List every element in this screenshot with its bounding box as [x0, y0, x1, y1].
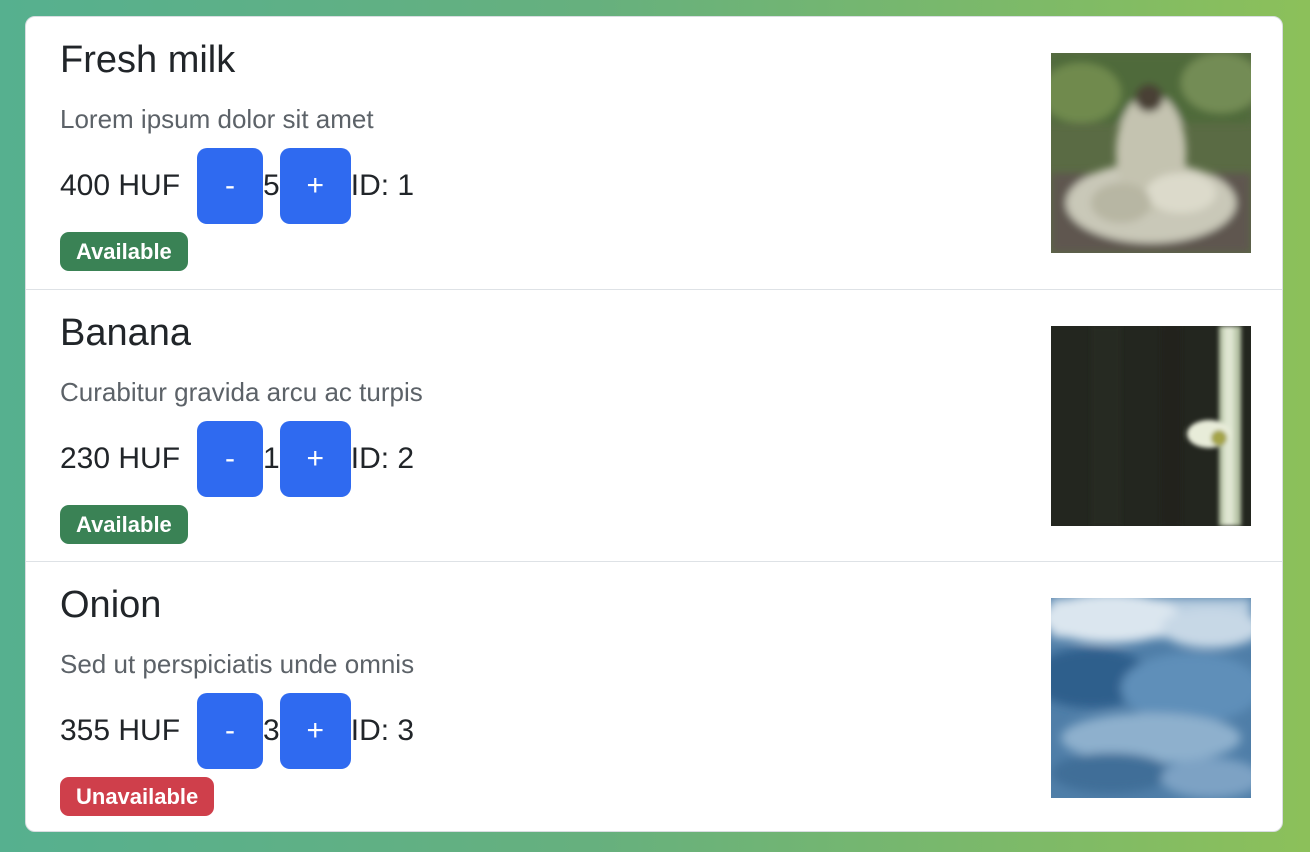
product-name: Onion: [60, 584, 162, 626]
decrease-quantity-button[interactable]: -: [197, 148, 264, 224]
increase-quantity-button[interactable]: +: [279, 148, 351, 224]
product-id: ID: 2: [350, 442, 415, 475]
product-price: 355 HUF: [60, 714, 181, 747]
status-badge: Available: [60, 232, 188, 271]
product-name: Fresh milk: [60, 39, 236, 81]
status-badge: Unavailable: [60, 777, 215, 816]
quantity-value: 1: [263, 442, 280, 475]
decrease-quantity-button[interactable]: -: [197, 693, 264, 769]
product-name: Banana: [60, 312, 192, 354]
product-image: [1051, 326, 1251, 526]
price-row: 355 HUF - 3 + ID: 3: [60, 693, 414, 769]
product-image: [1051, 598, 1251, 798]
price-row: 400 HUF - 5 + ID: 1: [60, 148, 414, 224]
quantity-value: 3: [263, 714, 280, 747]
price-row: 230 HUF - 1 + ID: 2: [60, 421, 414, 497]
increase-quantity-button[interactable]: +: [279, 421, 351, 497]
product-price: 400 HUF: [60, 169, 181, 202]
decrease-quantity-button[interactable]: -: [197, 421, 264, 497]
increase-quantity-button[interactable]: +: [279, 693, 351, 769]
product-item: Onion Sed ut perspiciatis unde omnis 355…: [26, 561, 1282, 831]
product-item: Banana Curabitur gravida arcu ac turpis …: [26, 289, 1282, 561]
product-description: Sed ut perspiciatis unde omnis: [60, 649, 415, 679]
quantity-value: 5: [263, 169, 280, 202]
product-price: 230 HUF: [60, 442, 181, 475]
product-image: [1051, 53, 1251, 253]
product-description: Lorem ipsum dolor sit amet: [60, 104, 374, 134]
product-item: Fresh milk Lorem ipsum dolor sit amet 40…: [26, 17, 1282, 289]
product-list-card: Fresh milk Lorem ipsum dolor sit amet 40…: [25, 16, 1283, 832]
product-description: Curabitur gravida arcu ac turpis: [60, 377, 423, 407]
product-id: ID: 3: [350, 714, 415, 747]
product-id: ID: 1: [350, 169, 415, 202]
status-badge: Available: [60, 505, 188, 544]
